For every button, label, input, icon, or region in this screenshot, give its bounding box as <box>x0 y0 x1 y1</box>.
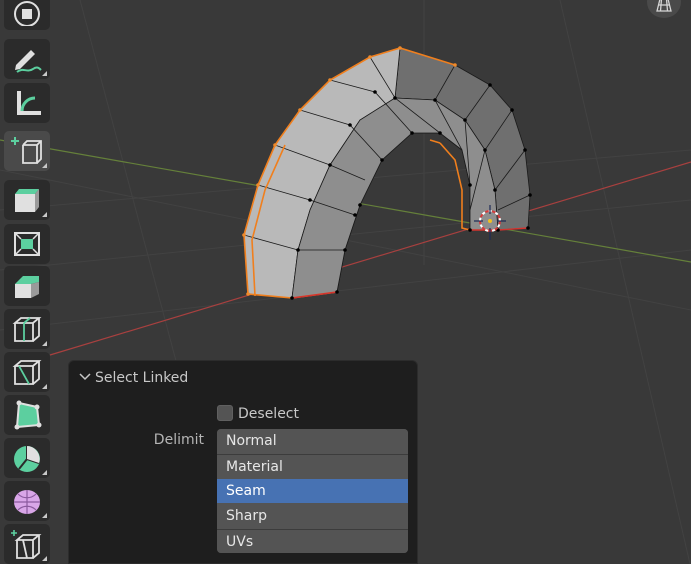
annotate-tool-button[interactable] <box>4 39 50 79</box>
loop-cut-tool-button[interactable] <box>4 309 50 349</box>
delimit-option-material[interactable]: Material <box>217 454 408 478</box>
knife-icon <box>12 360 42 385</box>
extrude-region-icon <box>15 189 39 212</box>
delimit-option-sharp[interactable]: Sharp <box>217 504 408 528</box>
delimit-options: Normal Material Seam Sharp UVs <box>217 429 408 553</box>
inset-faces-icon <box>14 232 40 256</box>
spin-icon <box>14 446 40 472</box>
delimit-option-seam[interactable]: Seam <box>217 479 408 503</box>
tool-shelf <box>0 0 54 564</box>
extrude-tool-button[interactable] <box>4 180 50 220</box>
poly-build-icon <box>14 400 42 430</box>
inset-tool-button[interactable] <box>4 224 50 264</box>
deselect-checkbox[interactable] <box>217 405 233 421</box>
edge-slide-icon <box>11 530 42 559</box>
chevron-down-icon <box>79 367 93 389</box>
bevel-tool-button[interactable] <box>4 266 50 306</box>
annotate-pencil-icon <box>15 50 42 73</box>
transform-tool-button[interactable] <box>4 0 50 30</box>
knife-tool-button[interactable] <box>4 352 50 392</box>
delimit-label: Delimit <box>153 432 204 448</box>
loop-cut-icon <box>12 317 42 342</box>
delimit-option-normal[interactable]: Normal <box>217 429 408 453</box>
grid-icon <box>656 0 672 12</box>
mesh-object[interactable] <box>242 46 532 300</box>
smooth-vertices-icon <box>14 490 40 514</box>
bevel-icon <box>15 276 39 298</box>
deselect-label: Deselect <box>238 406 299 422</box>
panel-header[interactable]: Select Linked <box>79 367 188 389</box>
poly-build-tool-button[interactable] <box>4 395 50 435</box>
x-axis-line <box>49 161 691 356</box>
measure-ruler-icon <box>17 91 41 115</box>
add-cube-icon <box>11 137 42 164</box>
measure-tool-button[interactable] <box>4 83 50 123</box>
delimit-option-uvs[interactable]: UVs <box>217 529 408 553</box>
select-linked-panel: Select Linked Deselect Delimit Normal Ma… <box>68 360 418 564</box>
transform-icon <box>14 1 40 26</box>
smooth-tool-button[interactable] <box>4 481 50 521</box>
panel-title: Select Linked <box>95 370 189 386</box>
spin-tool-button[interactable] <box>4 438 50 478</box>
edge-slide-tool-button[interactable] <box>4 524 50 564</box>
add-cube-tool-button[interactable] <box>4 131 50 171</box>
